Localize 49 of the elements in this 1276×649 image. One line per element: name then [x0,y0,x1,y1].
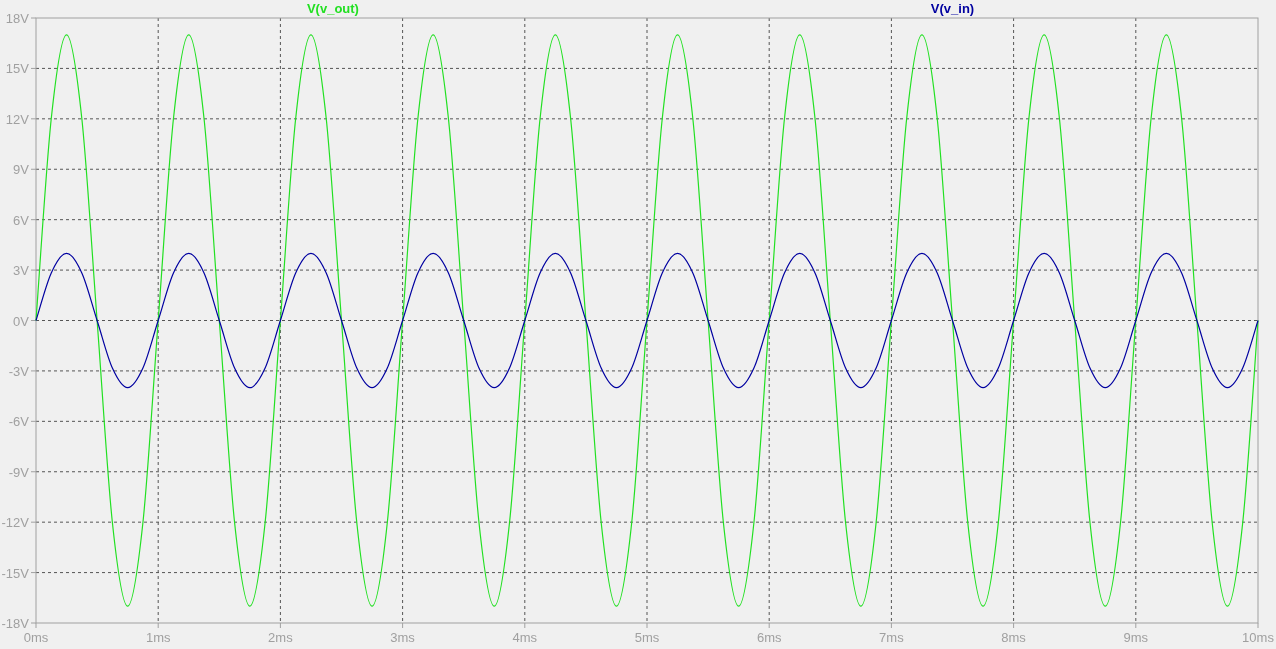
y-axis-tick-label: 3V [13,263,29,279]
x-axis-tick [157,622,159,629]
y-axis-tick-label: -9V [8,464,29,480]
y-axis-tick-label: 6V [13,212,29,228]
y-axis-tick-label: 12V [5,111,29,127]
x-axis-tick-label: 4ms [512,630,538,645]
y-axis-tick [30,17,37,19]
x-axis-tick [646,622,648,629]
y-axis-tick [30,370,37,372]
x-axis-tick [1013,622,1015,629]
x-axis-tick-label: 1ms [145,630,171,645]
y-axis-tick-label: 0V [13,313,29,329]
y-axis-tick [30,521,37,523]
trace-label[interactable]: V(v_in) [930,1,975,16]
y-axis-tick [30,118,37,120]
x-axis-tick [1135,622,1137,629]
x-axis-tick [402,622,404,629]
y-axis-tick [30,622,37,624]
y-axis-tick-label: -15V [1,565,29,581]
y-axis-tick-label: -18V [1,616,29,631]
y-axis-tick [30,471,37,473]
y-axis-tick-label: -12V [1,515,29,531]
y-axis-tick [30,420,37,422]
y-axis-tick [30,168,37,170]
x-axis-tick-label: 8ms [1001,630,1026,645]
y-axis-tick [30,269,37,271]
x-axis-tick [1257,622,1259,629]
y-axis-tick [30,572,37,574]
y-axis-tick-label: 9V [13,162,29,178]
y-axis-tick [30,219,37,221]
x-axis-tick-label: 7ms [879,630,904,645]
x-axis-tick [524,622,526,629]
x-axis-tick-label: 3ms [390,630,415,645]
x-axis-tick-label: 0ms [23,630,49,645]
y-axis-tick-label: 15V [5,61,29,77]
x-axis-tick [35,622,37,629]
x-axis-tick [768,622,770,629]
y-axis-tick-label: -6V [8,414,29,430]
y-axis-tick [30,320,37,321]
x-axis-tick-label: 2ms [268,630,293,645]
x-axis-tick-label: 10ms [1242,630,1274,645]
y-axis-tick [30,67,37,69]
x-axis-tick-label: 9ms [1123,630,1149,645]
y-axis-tick-label: 18V [5,11,29,26]
x-axis-tick-label: 6ms [756,630,782,645]
x-axis-tick [890,622,892,629]
x-axis-tick [279,622,281,629]
x-axis-tick-label: 5ms [634,630,660,645]
y-axis-tick-label: -3V [8,363,29,379]
